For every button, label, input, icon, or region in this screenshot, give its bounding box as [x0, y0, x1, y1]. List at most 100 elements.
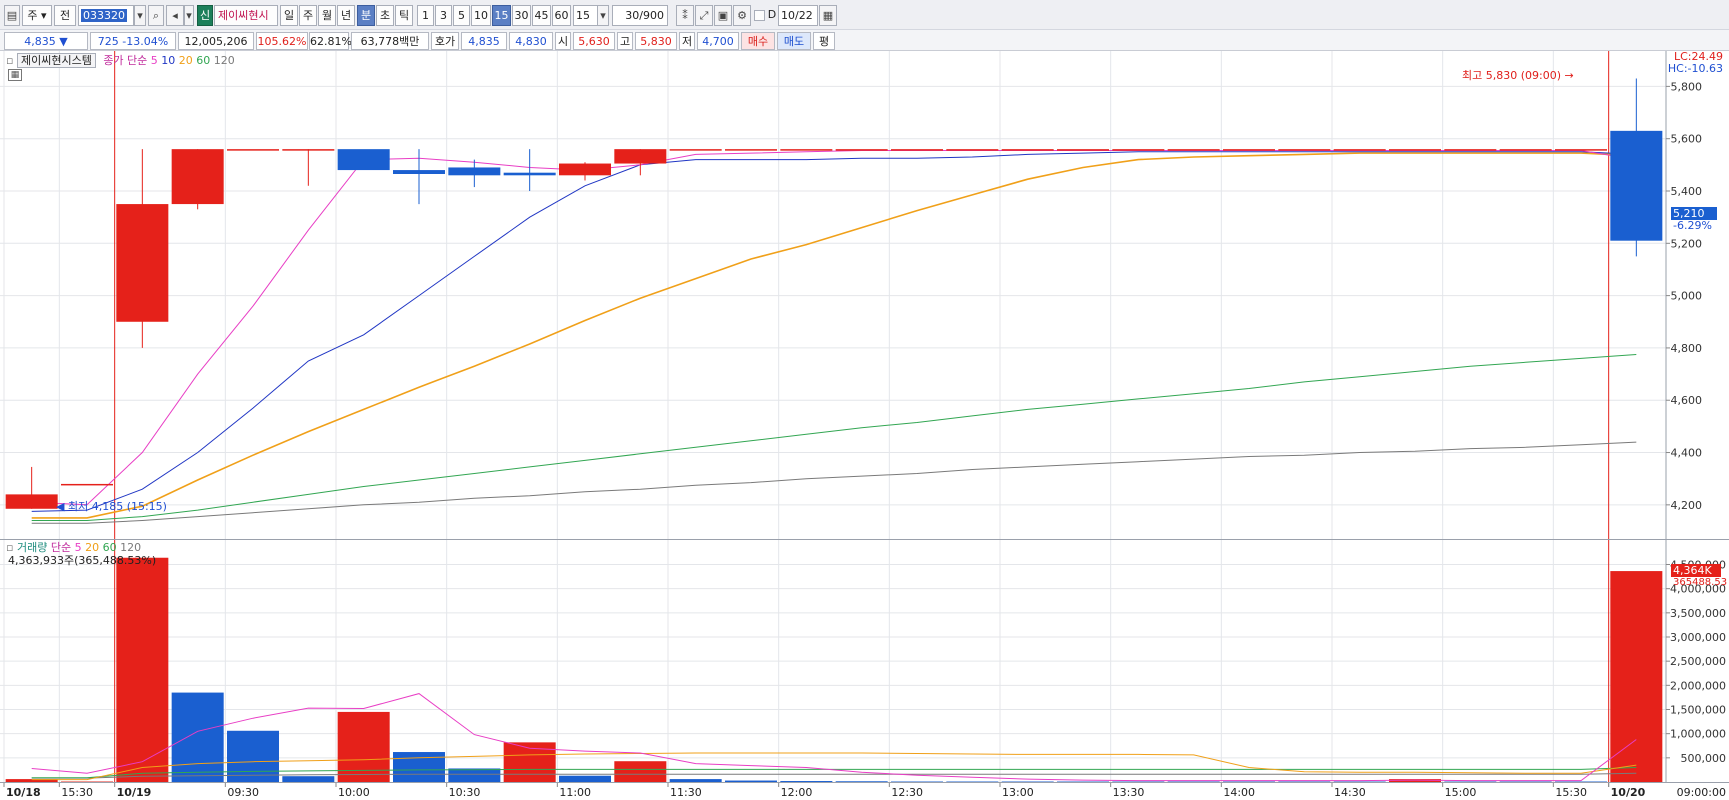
candle-body [60, 483, 114, 486]
interval-60-label: 60 [554, 9, 569, 22]
candle-body [1333, 149, 1386, 151]
period-second-button[interactable]: 초 [376, 5, 394, 26]
period-second-label: 초 [379, 9, 391, 22]
candle-body [890, 149, 944, 151]
eval-button-label: 평 [818, 35, 830, 48]
ask-label: 호가 [434, 35, 456, 48]
time-tick-label: 15:30 [1555, 786, 1587, 799]
chart-mode-select[interactable]: 주 ▾ [22, 5, 52, 26]
interval-30-label: 30 [514, 9, 529, 22]
save-icon[interactable]: ▣ [714, 5, 732, 26]
volume-tick-label: 3,000,000 [1670, 631, 1726, 644]
time-tick-label: 14:30 [1334, 786, 1366, 799]
indicator-icon[interactable]: ⁑ [676, 5, 694, 26]
volume-ratio: 105.62% [257, 35, 307, 48]
date-checkbox[interactable] [754, 10, 765, 21]
code-dropdown-icon[interactable]: ▾ [134, 5, 146, 26]
time-tick-label: 12:00 [781, 786, 813, 799]
ma20-legend: 20 [178, 54, 193, 67]
interval-10-label: 10 [474, 9, 488, 22]
period-week-label: 주 [302, 9, 314, 22]
market-mode-button[interactable]: 전 [54, 5, 76, 26]
interval-15-button[interactable]: 15 [492, 5, 511, 26]
time-tick-label: 10/19 [117, 786, 152, 799]
period-week-button[interactable]: 주 [299, 5, 317, 26]
date-input[interactable]: 10/22 [778, 5, 818, 26]
time-tick-label: 15:00 [1445, 786, 1477, 799]
price-change-rate: -13.04% [122, 35, 169, 48]
volume-collapse-icon[interactable]: ▫ [6, 541, 13, 554]
volume-bar [392, 752, 446, 782]
candle-body [1056, 149, 1110, 151]
high-price: 5,830 [640, 35, 672, 48]
vol-ma5-legend: 5 [74, 541, 82, 554]
period-minute-label: 분 [360, 9, 372, 22]
price-ma20-line [31, 152, 1637, 519]
buy-button[interactable]: 매수 [741, 32, 775, 50]
volume-tick-label: 2,000,000 [1670, 679, 1726, 692]
period-tick-button[interactable]: 틱 [395, 5, 413, 26]
period-month-button[interactable]: 월 [318, 5, 336, 26]
time-tick-label: 10:30 [449, 786, 481, 799]
amount-box: 63,778백만 [351, 32, 429, 50]
candle-body [1499, 149, 1552, 151]
turnover-ratio: 62.81% [310, 35, 352, 48]
candle-body [226, 149, 280, 151]
legend-collapse-icon[interactable]: ▫ [6, 54, 13, 67]
price-change: 725 [97, 35, 119, 48]
speaker-dropdown-icon[interactable]: ▾ [184, 5, 194, 26]
volume-tick-label: 2,500,000 [1670, 655, 1726, 668]
volume-bar [337, 711, 390, 782]
interval-dropdown-icon[interactable]: ▾ [597, 5, 609, 26]
interval-select-value: 15 [576, 9, 590, 22]
buy-button-label: 매수 [747, 35, 769, 48]
price-down-arrow-icon: ▼ [59, 35, 68, 48]
chart-settings-icon[interactable]: ▤ [4, 5, 20, 26]
volume-box: 12,005,206 [178, 32, 254, 50]
high-annotation-text: 최고 5,830 (09:00) [1462, 69, 1562, 82]
search-icon[interactable]: ⌕ [148, 5, 164, 26]
price-ma60-line [31, 354, 1637, 521]
time-axis-svg: 10/18 15:30 10/19 09:30 10:00 10:30 11:00 11:30… [3, 783, 1726, 799]
time-tick-label: 13:30 [1113, 786, 1145, 799]
count-input[interactable]: 30/900 [612, 5, 668, 26]
calendar-icon[interactable]: ▦ [819, 5, 837, 26]
price-tick-label: 4,400 [1671, 447, 1703, 460]
time-tick-label: 10/20 [1611, 786, 1646, 799]
ask-price: 4,830 [515, 35, 547, 48]
period-year-button[interactable]: 년 [337, 5, 355, 26]
period-minute-button[interactable]: 분 [357, 5, 375, 26]
current-price-box: 4,835 ▼ [4, 32, 88, 50]
price-ma120-line [31, 441, 1637, 524]
price-chart: 4,200 4,400 4,600 4,800 5,000 5,200 5,400 5,600… [0, 51, 1703, 539]
current-rate-tag: -6.29% [1673, 219, 1712, 232]
candle-body [448, 167, 501, 176]
sell-button[interactable]: 매도 [777, 32, 811, 50]
volume-chart: 500,000 1,000,000 1,500,000 2,000,000 2,500,… [0, 540, 1726, 783]
data-table-icon[interactable]: ▦ [8, 69, 22, 81]
candle-body [946, 149, 999, 151]
new-listing-badge: 신 [197, 5, 213, 26]
stock-name[interactable]: 제이씨현시 [214, 5, 278, 26]
interval-60-button[interactable]: 60 [552, 5, 571, 26]
price-tick-label: 4,800 [1671, 342, 1703, 355]
count-total: /900 [639, 9, 664, 22]
volume-info: 4,363,933주(365,488.53%) [8, 554, 157, 567]
interval-3-button[interactable]: 3 [435, 5, 452, 26]
eval-button[interactable]: 평 [813, 32, 835, 50]
draw-tool-icon[interactable]: ⤢ [695, 5, 713, 26]
period-day-button[interactable]: 일 [280, 5, 298, 26]
gear-icon[interactable]: ⚙ [733, 5, 751, 26]
interval-30-button[interactable]: 30 [512, 5, 531, 26]
candle-body [1278, 149, 1331, 151]
time-tick-label: 15:30 [61, 786, 93, 799]
candle-body [1167, 149, 1220, 151]
interval-1-button[interactable]: 1 [417, 5, 434, 26]
stock-code-input[interactable]: 033320 [78, 5, 134, 26]
interval-5-button[interactable]: 5 [453, 5, 470, 26]
stock-name-box[interactable]: 제이씨현시스템 [16, 53, 96, 68]
open-price: 5,630 [578, 35, 610, 48]
speaker-icon[interactable]: ◂ [166, 5, 184, 26]
interval-45-button[interactable]: 45 [532, 5, 551, 26]
interval-10-button[interactable]: 10 [471, 5, 491, 26]
